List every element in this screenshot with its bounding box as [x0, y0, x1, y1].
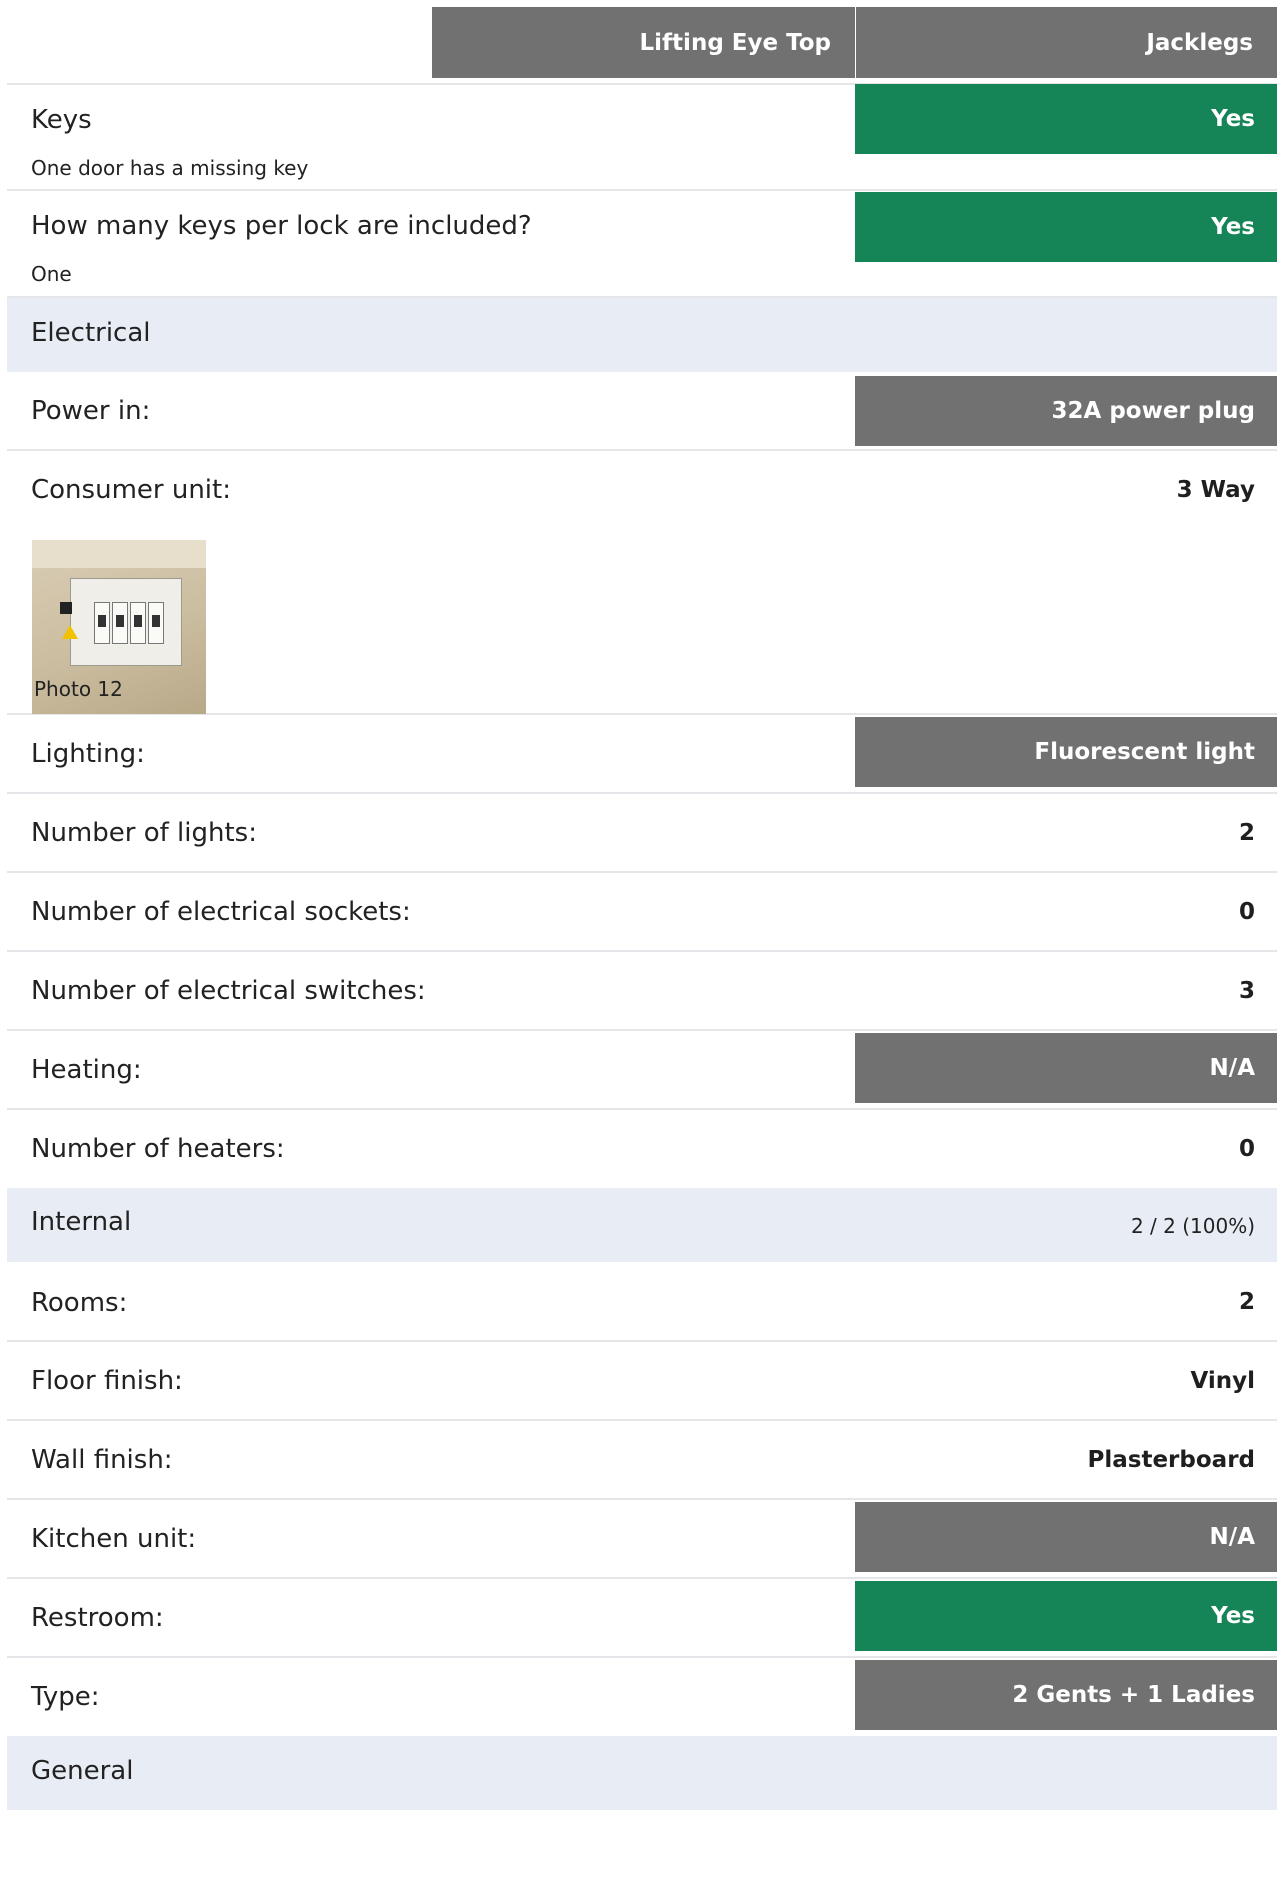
row-label: Kitchen unit:	[31, 1524, 197, 1554]
row-label: Floor finish:	[31, 1366, 183, 1396]
row-note: One	[31, 262, 72, 286]
row-lighting: Lighting: Fluorescent light	[7, 715, 1277, 794]
section-general: General	[7, 1736, 1277, 1810]
status-badge: Yes	[855, 84, 1277, 154]
row-label: Number of heaters:	[31, 1134, 285, 1164]
row-label: Rooms:	[31, 1288, 128, 1318]
row-label: Heating:	[31, 1055, 142, 1085]
row-label: Wall finish:	[31, 1445, 173, 1475]
row-wall-finish: Wall finish: Plasterboard	[7, 1421, 1277, 1500]
row-value: 2	[1238, 820, 1255, 846]
row-floor-finish: Floor finish: Vinyl	[7, 1342, 1277, 1421]
row-value: 3 Way	[1176, 477, 1255, 503]
value-badge: N/A	[855, 1502, 1277, 1572]
inspection-report: Lifting Eye Top Jacklegs Keys Yes One do…	[7, 7, 1277, 1810]
section-electrical: Electrical	[7, 298, 1277, 372]
value-badge: Fluorescent light	[855, 717, 1277, 787]
row-label: Number of lights:	[31, 818, 257, 848]
row-keys-per-lock: How many keys per lock are included? Yes…	[7, 191, 1277, 298]
photo-caption: Photo 12	[34, 677, 123, 701]
row-value: 0	[1238, 1136, 1255, 1162]
row-value: 0	[1238, 899, 1255, 925]
section-internal: Internal 2 / 2 (100%)	[7, 1188, 1277, 1262]
row-rooms: Rooms: 2	[7, 1262, 1277, 1342]
value-badge: N/A	[855, 1033, 1277, 1103]
section-title: General	[31, 1756, 134, 1786]
row-label: How many keys per lock are included?	[31, 211, 532, 241]
row-note: One door has a missing key	[31, 156, 309, 180]
row-number-of-sockets: Number of electrical sockets: 0	[7, 873, 1277, 952]
column-header-lifting-eye-top: Lifting Eye Top	[432, 7, 855, 78]
row-label: Consumer unit:	[31, 475, 231, 505]
row-label: Number of electrical sockets:	[31, 897, 411, 927]
row-consumer-unit: Consumer unit: 3 Way Photo 12	[7, 451, 1277, 715]
row-number-of-heaters: Number of heaters: 0	[7, 1110, 1277, 1188]
status-badge: Yes	[855, 1581, 1277, 1651]
value-badge: 32A power plug	[855, 376, 1277, 446]
column-header-jacklegs: Jacklegs	[856, 7, 1277, 78]
row-label: Lighting:	[31, 739, 145, 769]
row-value: Plasterboard	[1087, 1447, 1255, 1473]
row-number-of-switches: Number of electrical switches: 3	[7, 952, 1277, 1031]
row-label: Restroom:	[31, 1603, 164, 1633]
row-label: Power in:	[31, 396, 151, 426]
row-label: Number of electrical switches:	[31, 976, 426, 1006]
row-number-of-lights: Number of lights: 2	[7, 794, 1277, 873]
table-header: Lifting Eye Top Jacklegs	[7, 7, 1277, 85]
row-keys: Keys Yes One door has a missing key	[7, 84, 1277, 191]
row-value: Vinyl	[1190, 1368, 1255, 1394]
section-title: Electrical	[31, 318, 151, 348]
section-title: Internal	[31, 1207, 132, 1237]
row-power-in: Power in: 32A power plug	[7, 372, 1277, 451]
value-badge: 2 Gents + 1 Ladies	[855, 1660, 1277, 1730]
row-label: Type:	[31, 1682, 100, 1712]
row-kitchen-unit: Kitchen unit: N/A	[7, 1500, 1277, 1579]
status-badge: Yes	[855, 192, 1277, 262]
row-label: Keys	[31, 105, 92, 135]
row-restroom: Restroom: Yes	[7, 1579, 1277, 1658]
row-value: 3	[1238, 978, 1255, 1004]
section-progress: 2 / 2 (100%)	[1130, 1214, 1255, 1238]
row-value: 2	[1238, 1289, 1255, 1315]
row-heating: Heating: N/A	[7, 1031, 1277, 1110]
row-type: Type: 2 Gents + 1 Ladies	[7, 1658, 1277, 1736]
